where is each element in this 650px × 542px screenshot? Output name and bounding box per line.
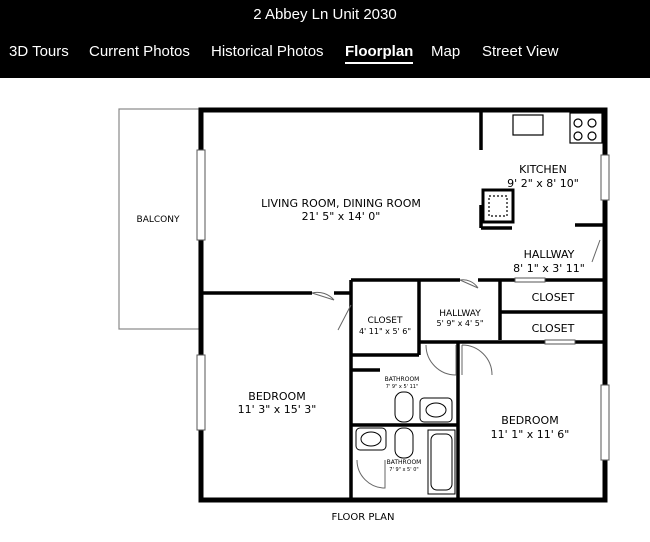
- tab-3d-tours[interactable]: 3D Tours: [9, 43, 69, 60]
- tab-historical-photos[interactable]: Historical Photos: [211, 43, 324, 60]
- closet-right-2-label: CLOSET: [532, 322, 575, 335]
- tab-map[interactable]: Map: [431, 43, 460, 60]
- bathroom-2-label: BATHROOM: [387, 459, 422, 466]
- balcony-label: BALCONY: [137, 215, 180, 225]
- floorplan-drawing: BALCONY LIVING ROOM, DINING ROOM 21' 5" …: [118, 107, 610, 523]
- bathroom-1-label: BATHROOM: [385, 376, 420, 383]
- tab-street-view[interactable]: Street View: [482, 43, 558, 60]
- bathroom-fixtures: [355, 391, 456, 495]
- kitchen-label: KITCHEN: [519, 163, 567, 176]
- living-room-label: LIVING ROOM, DINING ROOM: [261, 197, 421, 210]
- living-room-size: 21' 5" x 14' 0": [302, 210, 381, 223]
- hallway-main-label: HALLWAY: [524, 248, 575, 261]
- door-swings: [311, 239, 601, 489]
- bedroom-right-label: BEDROOM: [501, 414, 558, 427]
- nav-tabs: 3D Tours Current Photos Historical Photo…: [0, 43, 650, 69]
- closet-mid-label: CLOSET: [368, 316, 403, 326]
- hallway-main-size: 8' 1" x 3' 11": [513, 262, 585, 275]
- closet-right-1-label: CLOSET: [532, 291, 575, 304]
- bathroom-2-size: 7' 9" x 5' 0": [389, 467, 418, 473]
- bedroom-right-size: 11' 1" x 11' 6": [491, 428, 570, 441]
- page-title: 2 Abbey Ln Unit 2030: [253, 6, 397, 23]
- bedroom-left-size: 11' 3" x 15' 3": [238, 403, 317, 416]
- hallway-small-size: 5' 9" x 4' 5": [436, 319, 483, 328]
- closet-mid-size: 4' 11" x 5' 6": [359, 327, 411, 336]
- kitchen-size: 9' 2" x 8' 10": [507, 177, 579, 190]
- hallway-small-label: HALLWAY: [439, 309, 481, 319]
- top-bar: 2 Abbey Ln Unit 2030 3D Tours Current Ph…: [0, 0, 650, 78]
- tab-current-photos[interactable]: Current Photos: [89, 43, 190, 60]
- tab-floorplan[interactable]: Floorplan: [345, 43, 414, 64]
- bathroom-1-size: 7' 9" x 5' 11": [386, 384, 419, 390]
- floor-plan-caption: FLOOR PLAN: [332, 512, 395, 523]
- bedroom-left-label: BEDROOM: [248, 390, 305, 403]
